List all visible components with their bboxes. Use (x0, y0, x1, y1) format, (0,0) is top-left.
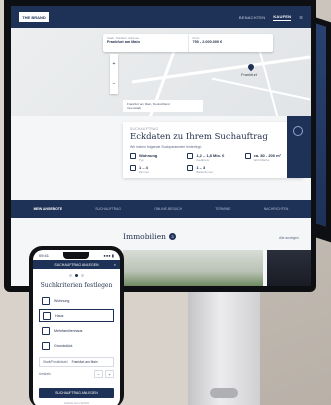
search-price-field[interactable]: Preis 750 - 2.000.000 € (189, 34, 274, 52)
fact-type: Wohnung Typ (130, 153, 181, 162)
address-card: Frankfurt am Main, Deutschland Innenstad… (123, 100, 203, 112)
tab-termine[interactable]: TERMINE (215, 207, 230, 211)
tab-bar: MEIN ANGEBOTE SUCHAUFTRAG ONLINE-BESUCH … (11, 200, 311, 218)
fact-price: 1,2 – 1,8 Mio. € Kaufpreis (187, 153, 238, 162)
phone-time: 09:41 (39, 252, 50, 258)
address-line-2: Innenstadt (127, 106, 142, 110)
card-subtitle: Wir haben folgende Suchparameter hinterl… (130, 145, 202, 149)
create-search-button[interactable]: SUCHAUFTRAG ANLEGEN (39, 388, 114, 398)
step-indicator (33, 274, 120, 277)
facts-grid: Wohnung Typ 1,2 – 1,8 Mio. € Kaufpreis ca.… (130, 153, 296, 174)
listing-photo[interactable] (123, 250, 263, 286)
radius-minus-button[interactable]: − (94, 370, 103, 378)
option-mehrfamilienhaus[interactable]: Mehrfamilienhaus (39, 324, 114, 337)
map-city-label: Frankfurt (241, 72, 258, 77)
fact-label: Badezimmer (196, 170, 214, 174)
phone-step-title: Suchkriterien festlegen (40, 282, 113, 289)
apartment-icon (130, 153, 136, 159)
search-location-value: Frankfurt am Main (107, 40, 140, 44)
scene: THE BRAND BENACHTEN KAUFEN ☰ Stadt, Stad… (0, 0, 331, 405)
rooms-icon (130, 165, 136, 171)
option-wohnung[interactable]: Wohnung (39, 294, 114, 307)
phone-header: SUCHAUFTRAG ANLEGEN × (33, 260, 120, 269)
listing-photo[interactable] (267, 250, 311, 286)
top-navigation: THE BRAND BENACHTEN KAUFEN ☰ (11, 6, 311, 28)
menu-icon[interactable]: ☰ (299, 15, 303, 20)
phone-notch (63, 251, 90, 259)
listings-count-badge: 3 (168, 233, 176, 240)
step-dot (69, 274, 72, 277)
land-icon (42, 341, 50, 350)
map-zoom-controls: + − (110, 54, 118, 94)
tab-online-besuch[interactable]: ONLINE-BESUCH (154, 207, 182, 211)
fact-label: Zimmer (139, 170, 150, 174)
radius-label: Umkreis (39, 372, 51, 376)
phone-status-bar: 09:41 ●●● ▮ (33, 250, 120, 260)
option-label: Haus (55, 313, 64, 318)
option-label: Grundstück (54, 343, 73, 348)
map-road (211, 77, 311, 101)
close-icon[interactable]: × (114, 262, 116, 267)
listings-heading: Immobilien 3 (123, 232, 176, 241)
multifamily-icon (42, 326, 50, 335)
house-icon (43, 311, 51, 320)
zoom-out-button[interactable]: − (113, 81, 116, 87)
option-label: Wohnung (54, 298, 70, 303)
price-icon (187, 153, 194, 159)
nav-link-benachten[interactable]: BENACHTEN (239, 15, 265, 20)
area-icon (244, 153, 251, 159)
option-haus[interactable]: Haus (39, 309, 114, 322)
search-price-value: 750 - 2.000.000 € (192, 40, 223, 44)
card-eyebrow: SUCHAUFTRAG (130, 127, 159, 131)
fact-label: Wohnfläche (253, 158, 270, 162)
zoom-in-button[interactable]: + (113, 61, 116, 67)
nav-link-kaufen[interactable]: KAUFEN (273, 14, 292, 21)
fact-label: Typ (139, 158, 144, 162)
step-dot-active (75, 274, 78, 277)
option-label: Mehrfamilienhaus (54, 328, 83, 333)
side-panel (287, 116, 311, 178)
tab-suchauftrag[interactable]: SUCHAUFTRAG (95, 207, 121, 211)
location-value: Frankfurt am Main (71, 360, 98, 364)
stand-cable-hole (210, 388, 238, 398)
radius-plus-button[interactable]: + (105, 370, 114, 378)
property-type-options: Wohnung Haus Mehrfamilienhaus Grundstück (33, 289, 120, 352)
monitor-screen: THE BRAND BENACHTEN KAUFEN ☰ Stadt, Stad… (11, 6, 311, 286)
location-label: Stadt/Postleitzahl (43, 360, 68, 364)
search-summary-card: SUCHAUFTRAG Eckdaten zu Ihrem Suchauftra… (123, 122, 303, 178)
signal-battery-icon: ●●● ▮ (103, 252, 114, 258)
tab-meine-angebote[interactable]: MEIN ANGEBOTE (34, 207, 63, 211)
fact-bathrooms: 1 – 3 Badezimmer (187, 165, 238, 174)
search-bar: Stadt, Stadtteil, Adresse ... Frankfurt … (103, 34, 273, 52)
phone: 09:41 ●●● ▮ SUCHAUFTRAG ANLEGEN × Suchkr… (29, 246, 124, 405)
phone-header-title: SUCHAUFTRAG ANLEGEN (54, 262, 99, 267)
option-grundstueck[interactable]: Grundstück (39, 339, 114, 352)
location-field[interactable]: Stadt/Postleitzahl Frankfurt am Main (39, 357, 114, 367)
monitor-stand (188, 292, 260, 405)
fact-label: Kaufpreis (196, 158, 210, 162)
apartment-icon (42, 296, 50, 305)
radius-row: Umkreis − + (39, 370, 114, 378)
tab-nachrichten[interactable]: NACHRICHTEN (264, 207, 289, 211)
bathroom-icon (187, 165, 194, 171)
brand-logo[interactable]: THE BRAND (19, 12, 49, 22)
search-location-field[interactable]: Stadt, Stadtteil, Adresse ... Frankfurt … (103, 34, 189, 52)
map[interactable]: Stadt, Stadtteil, Adresse ... Frankfurt … (11, 28, 311, 116)
phone-screen: 09:41 ●●● ▮ SUCHAUFTRAG ANLEGEN × Suchkr… (33, 250, 120, 405)
back-link[interactable]: Zurück zum Schritt (33, 401, 120, 405)
radius-stepper: − + (94, 370, 114, 378)
arrow-circle-icon[interactable] (293, 126, 303, 136)
listings-title: Immobilien (123, 232, 166, 241)
listings-show-all-link[interactable]: Alle anzeigen (279, 236, 299, 240)
fact-rooms: 1 – 4 Zimmer (130, 165, 181, 174)
step-dot (81, 274, 84, 277)
card-title: Eckdaten zu Ihrem Suchauftrag (130, 132, 268, 142)
